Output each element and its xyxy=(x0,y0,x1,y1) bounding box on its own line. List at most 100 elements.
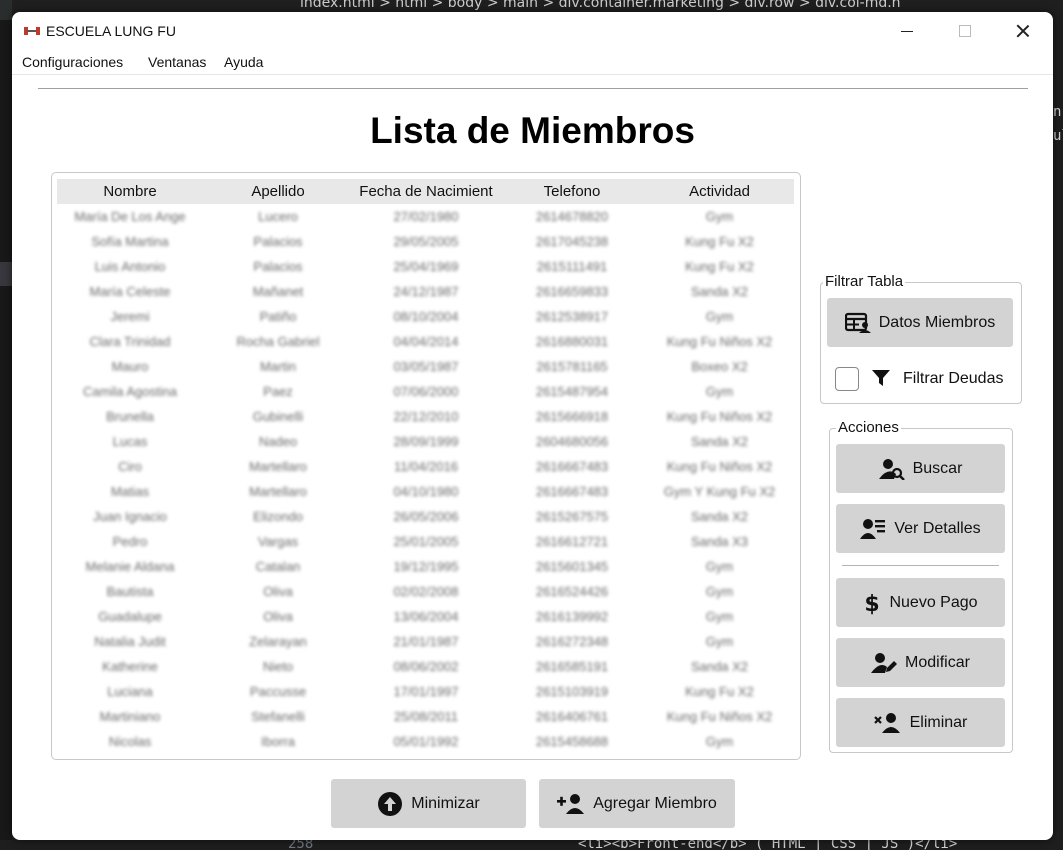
table-row[interactable]: Juan Ignacio Elizondo 26/05/2006 2615267575… xyxy=(57,505,794,530)
table-row[interactable]: Camila Agostina Paez 07/06/2000 2615487954 G… xyxy=(57,380,794,405)
buscar-button[interactable]: Buscar xyxy=(836,444,1005,493)
maximize-window-button[interactable] xyxy=(936,12,994,50)
table-row[interactable]: Matias Martellaro 04/10/1980 2616667483 Gym … xyxy=(57,480,794,505)
table-cell: Paccusse xyxy=(249,684,307,699)
column-header-telefono[interactable]: Telefono xyxy=(499,183,645,200)
nuevo-pago-button[interactable]: $ Nuevo Pago xyxy=(836,578,1005,627)
table-row[interactable]: María Celeste Mañanet 24/12/1987 2616659833… xyxy=(57,280,794,305)
table-cell: 05/01/1992 xyxy=(393,734,459,749)
menu-configuraciones[interactable]: Configuraciones xyxy=(22,54,123,70)
filtrar-deudas-checkbox[interactable] xyxy=(835,367,859,391)
table-cell: Kung Fu Niños X2 xyxy=(666,709,773,724)
table-cell: 2616585191 xyxy=(535,659,609,674)
table-cell: Gym xyxy=(705,734,734,749)
eliminar-label: Eliminar xyxy=(909,713,968,731)
table-row[interactable]: Ciro Martellaro 11/04/2016 2616667483 Kung F… xyxy=(57,455,794,480)
table-cell: 2616524426 xyxy=(535,584,609,599)
table-cell: Sanda X2 xyxy=(690,509,749,524)
menu-ayuda[interactable]: Ayuda xyxy=(224,54,263,70)
table-row[interactable]: Luciana Paccusse 17/01/1997 2615103919 Kung … xyxy=(57,680,794,705)
table-cell: Rocha Gabriel xyxy=(236,334,320,349)
maximize-icon xyxy=(959,25,971,37)
menu-ventanas[interactable]: Ventanas xyxy=(148,54,206,70)
filtrar-deudas-label[interactable]: Filtrar Deudas xyxy=(903,370,1003,388)
table-cell: 21/01/1987 xyxy=(393,634,459,649)
table-row[interactable]: María De Los Ange Lucero 27/02/1980 2614678… xyxy=(57,205,794,230)
table-row[interactable]: Katherine Nieto 08/06/2002 2616585191 Sanda … xyxy=(57,655,794,680)
table-cell: 2616612721 xyxy=(535,534,609,549)
column-header-apellido[interactable]: Apellido xyxy=(203,183,353,200)
table-row[interactable]: Brunella Gubinelli 22/12/2010 2615666918 Kun… xyxy=(57,405,794,430)
table-row[interactable]: Jeremi Patiño 08/10/2004 2612538917 Gym xyxy=(57,305,794,330)
table-cell: 2617045238 xyxy=(535,234,609,249)
table-cell: 11/04/2016 xyxy=(393,459,459,474)
column-header-fecha[interactable]: Fecha de Nacimient xyxy=(353,183,499,200)
user-list-icon xyxy=(860,518,886,540)
table-cell: Kung Fu Niños X2 xyxy=(666,459,773,474)
table-cell: Jeremi xyxy=(110,309,150,324)
table-cell: 2615111491 xyxy=(536,259,608,274)
column-header-nombre[interactable]: Nombre xyxy=(57,183,203,200)
table-cell: 27/02/1980 xyxy=(393,209,459,224)
table-row[interactable]: Clara Trinidad Rocha Gabriel 04/04/2014 261… xyxy=(57,330,794,355)
ver-detalles-button[interactable]: Ver Detalles xyxy=(836,504,1005,553)
table-cell: Elizondo xyxy=(253,509,303,524)
table-row[interactable]: Pedro Vargas 25/01/2005 2616612721 Sanda X3 xyxy=(57,530,794,555)
nuevo-pago-label: Nuevo Pago xyxy=(889,593,978,611)
editor-right-edge: n ul xyxy=(1053,12,1063,840)
table-row[interactable]: Melanie Aldana Catalan 19/12/1995 261560134… xyxy=(57,555,794,580)
user-search-icon xyxy=(878,458,905,480)
members-table[interactable]: Nombre Apellido Fecha de Nacimient Telef… xyxy=(51,172,801,760)
table-row[interactable]: Lucas Nadeo 28/09/1999 2604680056 Sanda X2 xyxy=(57,430,794,455)
table-row[interactable]: Luis Antonio Palacios 25/04/1969 2615111491… xyxy=(57,255,794,280)
table-cell: 2616406761 xyxy=(535,709,609,724)
agregar-miembro-label: Agregar Miembro xyxy=(593,794,717,812)
table-cell: Martiniano xyxy=(99,709,161,724)
table-cell: María Celeste xyxy=(89,284,171,299)
table-cell: 28/09/1999 xyxy=(393,434,459,449)
minimizar-button[interactable]: Minimizar xyxy=(331,779,526,828)
table-cell: Lucas xyxy=(112,434,148,449)
table-row[interactable]: Mauro Martin 03/05/1987 2615781165 Boxeo X2 xyxy=(57,355,794,380)
table-user-icon xyxy=(844,312,871,334)
table-cell: Guadalupe xyxy=(98,609,162,624)
table-cell: 25/01/2005 xyxy=(393,534,459,549)
table-cell: Martellaro xyxy=(249,459,307,474)
minimize-window-button[interactable] xyxy=(878,12,936,50)
user-remove-icon xyxy=(873,712,902,734)
table-cell: 08/06/2002 xyxy=(393,659,459,674)
editor-activity-item-active xyxy=(0,262,12,286)
agregar-miembro-button[interactable]: Agregar Miembro xyxy=(539,779,735,828)
modificar-button[interactable]: Modificar xyxy=(836,638,1005,687)
column-header-actividad[interactable]: Actividad xyxy=(645,183,794,200)
table-cell: Iborra xyxy=(261,734,295,749)
table-row[interactable]: Sofía Martina Palacios 29/05/2005 261704523… xyxy=(57,230,794,255)
table-body: María De Los Ange Lucero 27/02/1980 2614678… xyxy=(57,205,794,755)
table-row[interactable]: Natalia Judit Zelarayan 21/01/1987 26162723… xyxy=(57,630,794,655)
table-cell: 25/08/2011 xyxy=(393,709,459,724)
table-cell: 2616272348 xyxy=(535,634,609,649)
table-cell: Oliva xyxy=(263,609,293,624)
table-cell: Kung Fu X2 xyxy=(685,684,754,699)
close-window-button[interactable] xyxy=(994,12,1052,50)
table-row[interactable]: Martiniano Stefanelli 25/08/2011 2616406761… xyxy=(57,705,794,730)
actions-divider xyxy=(842,565,999,566)
title-bar[interactable]: ESCUELA LUNG FU xyxy=(12,12,1053,50)
table-row[interactable]: Nicolas Iborra 05/01/1992 2615458688 Gym xyxy=(57,730,794,755)
table-cell: Gym xyxy=(705,559,734,574)
table-cell: 17/01/1997 xyxy=(393,684,459,699)
table-cell: Gym xyxy=(705,209,734,224)
table-row[interactable]: Guadalupe Oliva 13/06/2004 2616139992 Gym xyxy=(57,605,794,630)
eliminar-button[interactable]: Eliminar xyxy=(836,698,1005,747)
table-row[interactable]: Bautista Oliva 02/02/2008 2616524426 Gym xyxy=(57,580,794,605)
table-cell: 2614678820 xyxy=(535,209,609,224)
table-cell: 2615103919 xyxy=(535,684,609,699)
editor-breadcrumb-bar: index.html > html > body > main > div.co… xyxy=(0,0,1063,12)
datos-miembros-button[interactable]: Datos Miembros xyxy=(827,298,1013,347)
table-cell: 25/04/1969 xyxy=(393,259,459,274)
table-cell: Martellaro xyxy=(249,484,307,499)
dumbbell-icon xyxy=(24,26,40,36)
editor-code-text: <li><b>Front-end</b> ( HTML | CSS | JS )… xyxy=(578,840,958,850)
minimizar-label: Minimizar xyxy=(411,794,480,812)
table-cell: Matias xyxy=(110,484,150,499)
